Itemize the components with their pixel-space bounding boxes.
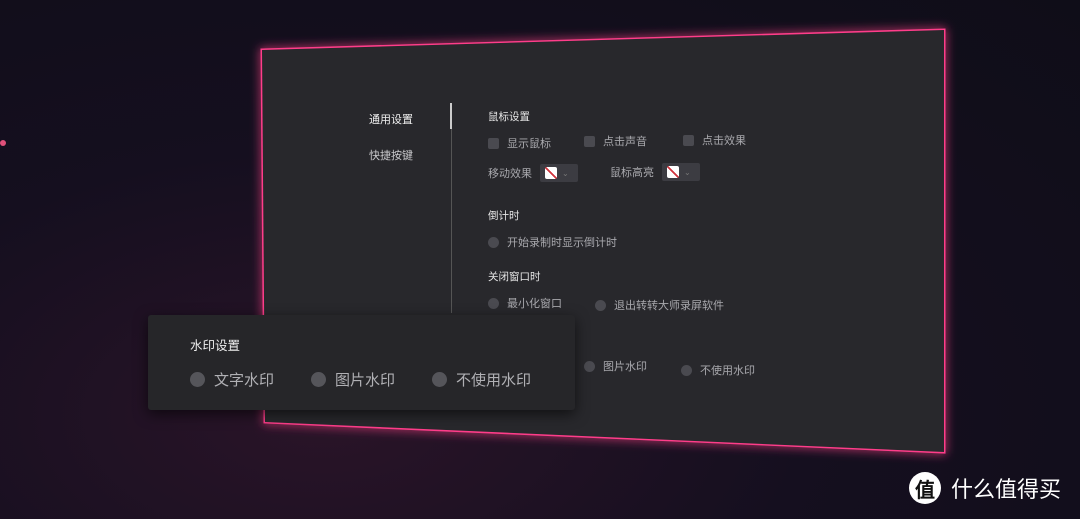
cursor-highlight-color-select[interactable]: ⌄	[662, 163, 700, 181]
countdown-radio[interactable]: 开始录制时显示倒计时	[488, 234, 617, 250]
label: 鼠标高亮	[610, 166, 654, 179]
label: 开始录制时显示倒计时	[507, 236, 617, 249]
radio-icon	[584, 360, 595, 372]
sidebar-item-general[interactable]: 通用设置	[369, 111, 413, 127]
text-watermark-radio[interactable]: 文字水印	[190, 369, 274, 390]
move-effect-color-select[interactable]: ⌄	[540, 164, 578, 182]
click-effect-checkbox[interactable]: 点击效果	[683, 132, 746, 148]
label: 退出转转大师录屏软件	[614, 299, 724, 312]
no-color-swatch-icon	[667, 166, 679, 178]
move-effect-row: 移动效果 ⌄	[488, 164, 578, 182]
show-cursor-checkbox[interactable]: 显示鼠标	[488, 135, 551, 151]
radio-icon	[595, 299, 606, 311]
click-sound-checkbox[interactable]: 点击声音	[584, 133, 647, 149]
sidebar-divider	[450, 103, 452, 313]
no-color-swatch-icon	[545, 167, 557, 179]
radio-icon	[311, 372, 326, 387]
radio-icon	[681, 364, 692, 376]
logo-text: 什么值得买	[951, 478, 1062, 503]
radio-icon	[190, 372, 205, 387]
label: 文字水印	[214, 371, 275, 389]
watermark-title: 水印设置	[190, 338, 241, 353]
radio-icon	[488, 297, 499, 309]
checkbox-icon	[584, 135, 595, 147]
no-watermark-radio[interactable]: 不使用水印	[432, 369, 531, 390]
chevron-down-icon: ⌄	[684, 167, 691, 177]
watermark-settings-popup: 水印设置 文字水印 图片水印 不使用水印	[148, 315, 575, 410]
close-window-section-title: 关闭窗口时	[488, 271, 541, 283]
minimize-radio[interactable]: 最小化窗口	[488, 295, 562, 311]
chevron-down-icon: ⌄	[562, 168, 569, 178]
mouse-section-title: 鼠标设置	[488, 111, 530, 123]
label: 移动效果	[488, 167, 532, 180]
label: 显示鼠标	[507, 137, 551, 150]
checkbox-icon	[683, 134, 694, 146]
logo-icon: 值	[909, 472, 941, 504]
image-watermark-radio[interactable]: 图片水印	[311, 369, 395, 390]
label: 图片水印	[335, 371, 396, 389]
checkbox-icon	[488, 137, 499, 149]
radio-icon	[488, 236, 499, 248]
label: 点击声音	[603, 135, 647, 148]
cursor-highlight-row: 鼠标高亮 ⌄	[610, 163, 700, 181]
label: 不使用水印	[456, 371, 532, 389]
exit-radio[interactable]: 退出转转大师录屏软件	[595, 297, 724, 313]
label: 图片水印	[603, 360, 647, 373]
settings-panel-frame	[260, 28, 946, 454]
image-watermark-radio-behind[interactable]: 图片水印	[584, 358, 647, 374]
label: 点击效果	[702, 134, 746, 147]
radio-icon	[432, 372, 447, 387]
no-watermark-radio-behind[interactable]: 不使用水印	[681, 362, 755, 378]
sidebar-item-shortcuts[interactable]: 快捷按键	[369, 147, 413, 163]
label: 不使用水印	[700, 364, 755, 377]
countdown-section-title: 倒计时	[488, 210, 520, 222]
smzdm-watermark-logo: 值 什么值得买	[909, 472, 1061, 504]
label: 最小化窗口	[507, 297, 562, 310]
